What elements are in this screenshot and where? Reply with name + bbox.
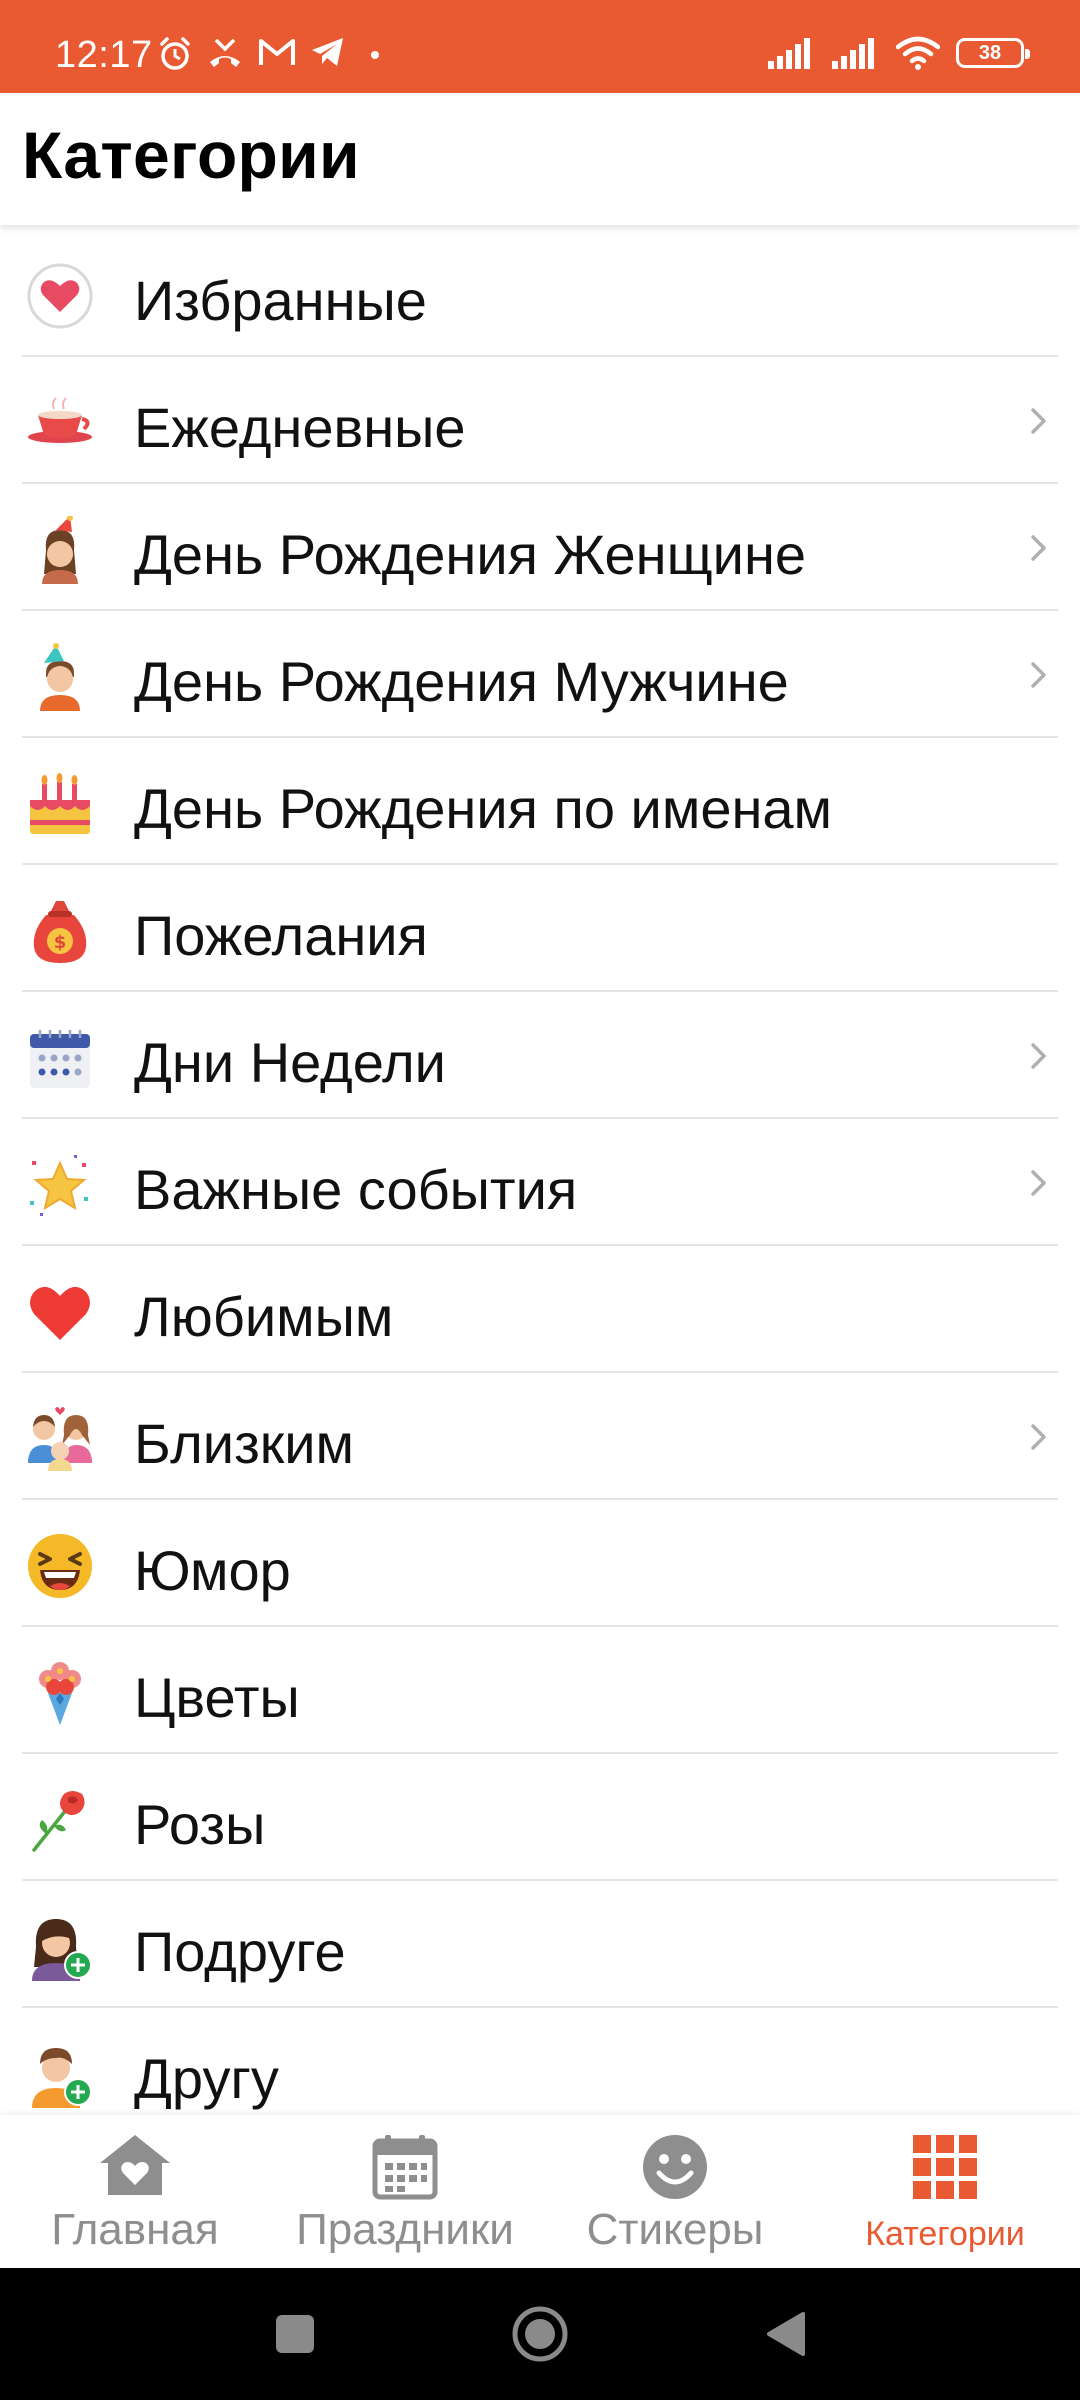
system-nav-bar <box>0 2268 1080 2400</box>
man-party-hat-icon <box>40 643 80 711</box>
nav-item-holidays[interactable]: Праздники <box>275 2115 535 2268</box>
category-label: Любимым <box>134 1285 394 1348</box>
rose-icon <box>32 1791 85 1852</box>
back-triangle-icon <box>767 2312 805 2356</box>
chevron-right-icon <box>1031 662 1046 688</box>
category-item-weekdays[interactable]: Дни Недели <box>22 992 1058 1119</box>
money-bag-icon: $ <box>33 901 87 963</box>
status-time: 12:17 <box>55 34 153 76</box>
category-label: Избранные <box>134 269 427 332</box>
category-item-birthday-man[interactable]: День Рождения Мужчине <box>22 611 1058 738</box>
nav-label: Стикеры <box>586 2205 764 2254</box>
bouquet-icon <box>39 1662 81 1725</box>
chevron-right-icon <box>1031 1043 1046 1069</box>
bottom-nav: Главная Праздники Стикеры Категории <box>0 2115 1080 2268</box>
heart-circle-icon <box>27 263 93 329</box>
gmail-icon <box>259 39 295 65</box>
nav-label: Категории <box>865 2215 1025 2253</box>
category-label: День Рождения Мужчине <box>134 650 789 713</box>
category-label: Подруге <box>134 1920 346 1983</box>
category-label: Ежедневные <box>134 396 466 459</box>
chevron-right-icon <box>1031 535 1046 561</box>
category-item-favorites[interactable]: Избранные <box>22 230 1058 357</box>
birthday-cake-icon <box>30 773 90 834</box>
chevron-right-icon <box>1031 1170 1046 1196</box>
nav-item-categories[interactable]: Категории <box>830 2115 1060 2268</box>
category-label: Другу <box>134 2047 279 2110</box>
calendar-icon <box>372 2135 438 2200</box>
man-plus-icon <box>32 2048 92 2108</box>
red-heart-icon <box>30 1286 90 1340</box>
nav-label: Главная <box>51 2205 219 2254</box>
back-button[interactable] <box>730 2268 840 2400</box>
laughing-face-icon <box>28 1534 92 1598</box>
battery-icon: 38 <box>956 38 1030 68</box>
home-heart-icon <box>100 2135 170 2195</box>
status-bar: 12:17 38 <box>0 0 1080 93</box>
category-label: Цветы <box>134 1666 300 1729</box>
square-icon <box>276 2315 314 2353</box>
category-label: Розы <box>134 1793 266 1856</box>
home-button[interactable] <box>485 2268 595 2400</box>
app-header: Категории <box>0 93 1080 225</box>
grid-icon <box>913 2135 977 2199</box>
missed-call-icon <box>210 38 240 67</box>
circle-icon <box>512 2306 568 2362</box>
recents-button[interactable] <box>240 2268 350 2400</box>
category-item-girlfriend[interactable]: Подруге <box>22 1881 1058 2008</box>
family-icon <box>28 1407 92 1471</box>
chevron-right-icon <box>1031 1424 1046 1450</box>
category-item-humor[interactable]: Юмор <box>22 1500 1058 1627</box>
category-item-relatives[interactable]: Близким <box>22 1373 1058 1500</box>
category-label: Пожелания <box>134 904 428 967</box>
smiley-icon <box>643 2135 707 2199</box>
svg-text:$: $ <box>54 932 67 953</box>
star-confetti-icon <box>30 1155 88 1216</box>
category-item-flowers[interactable]: Цветы <box>22 1627 1058 1754</box>
chevron-right-icon <box>1031 408 1046 434</box>
woman-party-hat-icon <box>42 516 78 584</box>
category-item-roses[interactable]: Розы <box>22 1754 1058 1881</box>
nav-item-home[interactable]: Главная <box>20 2115 250 2268</box>
wifi-icon <box>896 36 940 70</box>
nav-label: Праздники <box>296 2205 514 2254</box>
category-item-birthday-woman[interactable]: День Рождения Женщине <box>22 484 1058 611</box>
calendar-icon <box>30 1030 90 1088</box>
woman-plus-icon <box>32 1919 92 1981</box>
alarm-icon <box>160 37 190 70</box>
signal-icon <box>832 38 874 69</box>
category-item-birthday-names[interactable]: День Рождения по именам <box>22 738 1058 865</box>
category-item-daily[interactable]: Ежедневные <box>22 357 1058 484</box>
category-list[interactable]: Избранные Ежедневные День Рождения Женщи… <box>0 230 1080 2115</box>
category-item-wishes[interactable]: $ Пожелания <box>22 865 1058 992</box>
dot-icon <box>371 51 379 59</box>
category-label: День Рождения Женщине <box>134 523 807 586</box>
category-item-friend[interactable]: Другу <box>22 2008 1058 2115</box>
category-label: Юмор <box>134 1539 291 1602</box>
category-label: День Рождения по именам <box>134 777 833 840</box>
nav-item-stickers[interactable]: Стикеры <box>560 2115 790 2268</box>
category-label: Близким <box>134 1412 355 1475</box>
telegram-icon <box>312 38 343 66</box>
category-item-important-events[interactable]: Важные события <box>22 1119 1058 1246</box>
page-title: Категории <box>22 118 360 192</box>
signal-icon <box>768 38 810 69</box>
category-item-beloved[interactable]: Любимым <box>22 1246 1058 1373</box>
category-label: Дни Недели <box>134 1031 446 1094</box>
status-right-icons: 38 <box>768 36 1030 70</box>
coffee-cup-icon <box>28 397 92 443</box>
category-label: Важные события <box>134 1158 578 1221</box>
battery-level: 38 <box>978 41 1002 64</box>
